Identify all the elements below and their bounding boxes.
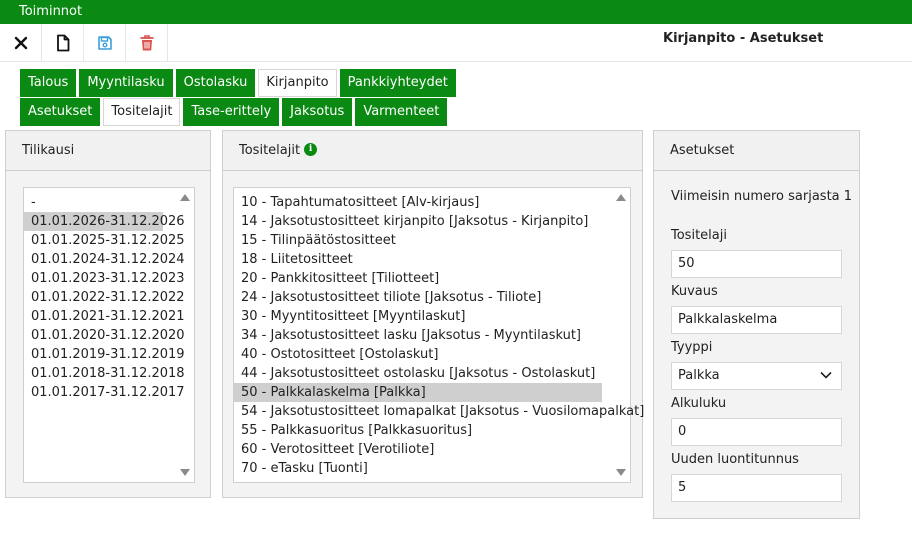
list-item[interactable]: 55 - Palkkasuoritus [Palkkasuoritus] [234,421,602,440]
list-item[interactable]: 18 - Liitetositteet [234,250,602,269]
tositelajit-panel: Tositelajit i 10 - Tapahtumatositteet [Al… [222,130,644,498]
tyyppi-label: Tyyppi [671,340,713,355]
list-item[interactable]: 01.01.2020-31.12.2020 [24,326,185,345]
asetukset-header: Asetukset [654,131,859,171]
list-item[interactable]: 60 - Verotositteet [Verotiliote] [234,440,602,459]
tositelajit-list[interactable]: 10 - Tapahtumatositteet [Alv-kirjaus] 14 … [233,187,644,483]
list-item[interactable]: 70 - eTasku [Tuonti] [234,459,602,478]
info-icon[interactable]: i [304,143,318,156]
tositelajit-title: Tositelajit [239,143,301,158]
alkuluku-input[interactable]: 0 [671,418,842,446]
list-item[interactable]: 50 - Palkkalaskelma [Palkka] [234,383,602,402]
tyyppi-select[interactable]: Palkka [671,362,842,390]
tositelaji-label: Tositelaji [671,228,727,243]
app-title: Toiminnot [19,4,83,19]
tositelajit-header: Tositelajit i [223,131,642,171]
luontitunnus-label: Uuden luontitunnus [671,452,799,467]
list-item[interactable]: 01.01.2022-31.12.2022 [24,288,185,307]
delete-icon [140,35,153,51]
tositelaji-input[interactable]: 50 [671,250,842,278]
tab-asetukset[interactable]: Asetukset [20,98,101,126]
tab-pankkiyhteydet[interactable]: Pankkiyhteydet [339,69,456,97]
chevron-down-icon [820,371,832,379]
main-tabs: Talous Myyntilasku Ostolasku Kirjanpito … [20,69,459,97]
list-item[interactable]: 10 - Tapahtumatositteet [Alv-kirjaus] [234,193,602,212]
tab-talous[interactable]: Talous [20,69,77,97]
list-item[interactable]: 01.01.2021-31.12.2021 [24,307,185,326]
list-item[interactable]: 01.01.2026-31.12.2026 [24,212,185,231]
save-button[interactable] [84,24,126,62]
list-item[interactable]: 40 - Ostotositteet [Ostolaskut] [234,345,602,364]
list-item[interactable]: 54 - Jaksotustositteet lomapalkat [Jakso… [234,402,644,421]
app-title-bar: Toiminnot [0,0,912,24]
scroll-up-arrow[interactable] [180,194,190,201]
close-button[interactable] [0,24,42,62]
tab-tositelajit[interactable]: Tositelajit [103,98,181,126]
list-item[interactable]: 01.01.2019-31.12.2019 [24,345,185,364]
latest-number-info: Viimeisin numero sarjasta 1 [671,189,853,204]
list-item[interactable]: 20 - Pankkitositteet [Tiliotteet] [234,269,602,288]
delete-button[interactable] [126,24,168,62]
new-document-button[interactable] [42,24,84,62]
luontitunnus-input[interactable]: 5 [671,474,842,502]
list-item[interactable]: 01.01.2023-31.12.2023 [24,269,185,288]
tab-kirjanpito[interactable]: Kirjanpito [258,69,337,97]
tab-ostolasku[interactable]: Ostolasku [175,69,256,97]
page-title: Kirjanpito - Asetukset [663,31,824,46]
list-item[interactable]: 14 - Jaksotustositteet kirjanpito [Jakso… [234,212,602,231]
tab-jaksotus[interactable]: Jaksotus [282,98,353,126]
scroll-down-arrow[interactable] [616,469,626,476]
tab-myyntilasku[interactable]: Myyntilasku [79,69,173,97]
sub-tabs: Asetukset Tositelajit Tase-erittely Jaks… [20,98,450,126]
scroll-up-arrow[interactable] [616,194,626,201]
list-item[interactable]: 30 - Myyntitositteet [Myyntilaskut] [234,307,602,326]
list-item[interactable]: 01.01.2017-31.12.2017 [24,383,185,402]
list-item[interactable]: 24 - Jaksotustositteet tiliote [Jaksotus… [234,288,602,307]
alkuluku-label: Alkuluku [671,396,727,411]
kuvaus-label: Kuvaus [671,284,718,299]
tilikausi-header: Tilikausi [6,131,210,171]
list-item[interactable]: 34 - Jaksotustositteet lasku [Jaksotus -… [234,326,602,345]
tab-tase-erittely[interactable]: Tase-erittely [183,98,280,126]
toolbar: Kirjanpito - Asetukset [0,24,912,62]
kuvaus-input[interactable]: Palkkalaskelma [671,306,842,334]
tyyppi-value: Palkka [678,368,720,383]
list-item[interactable]: - [24,193,163,212]
tilikausi-list[interactable]: -01.01.2026-31.12.2026 01.01.2025-31.12.2… [23,187,195,483]
new-document-icon [56,34,69,52]
tab-varmenteet[interactable]: Varmenteet [355,98,448,126]
list-item[interactable]: 01.01.2025-31.12.2025 [24,231,185,250]
list-item[interactable]: 44 - Jaksotustositteet ostolasku [Jaksot… [234,364,602,383]
scroll-down-arrow[interactable] [180,469,190,476]
list-item[interactable]: 15 - Tilinpäätöstositteet [234,231,602,250]
asetukset-panel: Asetukset Viimeisin numero sarjasta 1 To… [653,130,860,519]
close-icon [14,36,27,50]
tilikausi-panel: Tilikausi -01.01.2026-31.12.2026 01.01.20… [5,130,211,498]
list-item[interactable]: 01.01.2024-31.12.2024 [24,250,185,269]
save-icon [97,36,112,50]
list-item[interactable]: 01.01.2018-31.12.2018 [24,364,185,383]
